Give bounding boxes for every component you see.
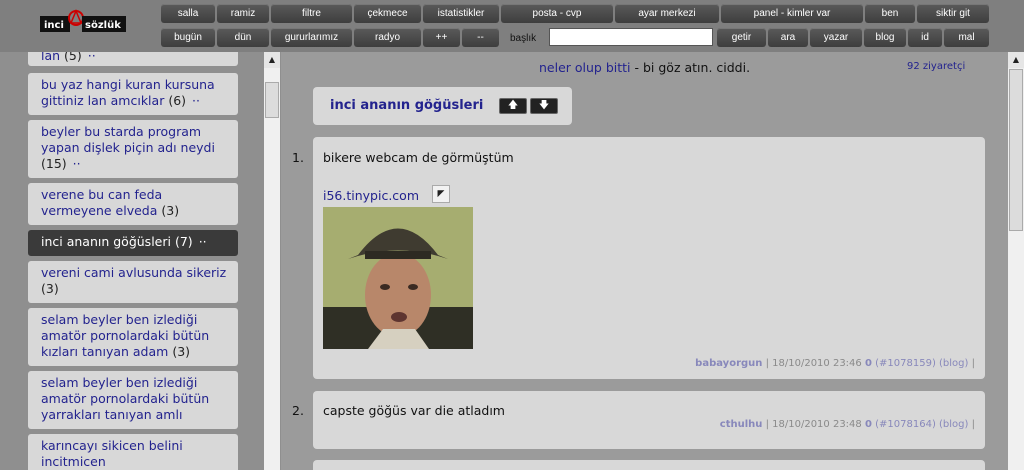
announcement-text: - bi göz atın. ciddi. (630, 60, 751, 75)
sidebar-item[interactable]: lan (5) ·· (28, 52, 238, 66)
sidebar-item-dots[interactable]: ·· (88, 52, 96, 63)
nav-getir-button[interactable]: getir (717, 28, 766, 47)
entry-card: capste göğüs var die atladım cthulhu | 1… (313, 391, 985, 449)
sidebar-item-count: (3) (41, 281, 59, 296)
sidebar-item-dots[interactable]: ·· (192, 93, 200, 108)
nav-id-button[interactable]: id (908, 28, 942, 47)
entry-blog-link[interactable]: (blog) (939, 419, 968, 430)
sidebar-item-title: bu yaz hangi kuran kursuna gittiniz lan … (41, 77, 215, 108)
entry-blog-link[interactable]: (blog) (939, 358, 968, 369)
nav-radyo-button[interactable]: radyo (354, 28, 421, 47)
nav-dun-button[interactable]: dün (217, 28, 269, 47)
sidebar-item-active[interactable]: inci ananın göğüsleri (7) ·· (28, 230, 238, 256)
entry-score[interactable]: 0 (865, 419, 872, 430)
sidebar-item[interactable]: vereni cami avlusunda sikeriz (3) (28, 261, 238, 303)
entry-id[interactable]: (#1078164) (875, 419, 936, 430)
nav-istatistikler-button[interactable]: istatistikler (423, 4, 499, 23)
nav-mal-button[interactable]: mal (944, 28, 989, 47)
nav-plusplus-button[interactable]: ++ (423, 28, 460, 47)
nav-minusminus-button[interactable]: -- (462, 28, 499, 47)
sidebar-item-title: selam beyler ben izlediği amatör pornola… (41, 375, 210, 422)
sidebar-item-count: (7) (174, 234, 193, 249)
entry-image-link[interactable]: i56.tinypic.com (323, 188, 419, 203)
sidebar-item-count: (15) (41, 156, 67, 171)
search-input[interactable] (549, 28, 713, 46)
nav-cekmece-button[interactable]: çekmece (354, 4, 421, 23)
sidebar-scrollbar-thumb[interactable] (265, 82, 279, 118)
inci-sozluk-logo[interactable]: inci sözlük (38, 8, 130, 38)
topic-title[interactable]: inci ananın göğüsleri (330, 98, 483, 113)
sidebar-item[interactable]: verene bu can feda vermeyene elveda (3) (28, 183, 238, 225)
nav-yazar-button[interactable]: yazar (810, 28, 862, 47)
down-arrow-icon[interactable]: 🡇 (530, 98, 558, 114)
scroll-up-arrow-icon[interactable]: ▲ (1008, 52, 1024, 68)
nav-bugun-button[interactable]: bugün (161, 28, 215, 47)
sidebar-item-title: karıncayı sikicen belini incitmicen (41, 438, 183, 469)
up-arrow-icon[interactable]: 🡅 (499, 98, 527, 114)
sidebar-item-title: verene bu can feda vermeyene elveda (41, 187, 163, 218)
entry-meta: cthulhu | 18/10/2010 23:48 0 (#1078164) … (719, 419, 975, 430)
expand-image-icon[interactable]: ◤ (432, 185, 450, 203)
nav-ara-button[interactable]: ara (768, 28, 808, 47)
entry-card: bikere webcam de görmüştüm i56.tinypic.c… (313, 137, 985, 379)
nav-ramiz-button[interactable]: ramiz (217, 4, 269, 23)
svg-text:sözlük: sözlük (85, 20, 121, 31)
entry-meta: babayorgun | 18/10/2010 23:46 0 (#107815… (695, 358, 975, 369)
sidebar-item-count: (3) (161, 203, 180, 218)
topic-title-box: inci ananın göğüsleri 🡅 🡇 (313, 87, 572, 125)
nav-salla-button[interactable]: salla (161, 4, 215, 23)
visitor-count[interactable]: 92 ziyaretçi (907, 61, 965, 72)
sidebar-item[interactable]: beyler bu starda program yapan dişlek pi… (28, 120, 238, 178)
sidebar-item[interactable]: bu yaz hangi kuran kursuna gittiniz lan … (28, 73, 238, 115)
sidebar-item-title: beyler bu starda program yapan dişlek pi… (41, 124, 215, 155)
main-content: neler olup bitti - bi göz atın. ciddi. 9… (281, 52, 1009, 470)
sidebar-item-dots[interactable]: ·· (73, 156, 81, 171)
announcement-link[interactable]: neler olup bitti (539, 60, 631, 75)
nav-blog-button[interactable]: blog (864, 28, 906, 47)
entry-date: 18/10/2010 23:46 (772, 358, 862, 369)
svg-text:inci: inci (44, 20, 64, 31)
entry-date: 18/10/2010 23:48 (772, 419, 862, 430)
sidebar-topic-list: lan (5) ·· bu yaz hangi kuran kursuna git… (0, 52, 263, 470)
nav-panel-kimler-var-button[interactable]: panel - kimler var (721, 4, 863, 23)
sidebar-item-title: lan (41, 52, 61, 63)
sidebar-scrollbar[interactable]: ▲ (264, 52, 280, 470)
sidebar-item-count: (5) (64, 52, 82, 63)
sidebar-item-title: inci ananın göğüsleri (41, 234, 171, 249)
nav-filtre-button[interactable]: filtre (271, 4, 352, 23)
entry-id[interactable]: (#1078159) (875, 358, 936, 369)
sidebar-item[interactable]: karıncayı sikicen belini incitmicen (28, 434, 238, 470)
nav-gururlarimiz-button[interactable]: gururlarımız (271, 28, 352, 47)
nav-ben-button[interactable]: ben (865, 4, 915, 23)
entry-number: 2. (292, 403, 304, 418)
top-navigation-bar: inci sözlük salla ramiz filtre çekmece i… (0, 0, 1024, 52)
entry-text: bikere webcam de görmüştüm (323, 150, 514, 165)
sidebar-item[interactable]: selam beyler ben izlediği amatör pornola… (28, 371, 238, 429)
entry-image[interactable] (323, 207, 473, 349)
scroll-up-arrow-icon[interactable]: ▲ (264, 52, 280, 68)
nav-siktir-git-button[interactable]: siktir git (917, 4, 989, 23)
main-scrollbar[interactable]: ▲ (1008, 52, 1024, 470)
nav-ayar-merkezi-button[interactable]: ayar merkezi (615, 4, 719, 23)
sidebar-item-count: (3) (172, 344, 191, 359)
entry-card (313, 460, 985, 470)
sidebar-item[interactable]: selam beyler ben izlediği amatör pornola… (28, 308, 238, 366)
entry-number: 1. (292, 150, 304, 165)
entry-score[interactable]: 0 (865, 358, 872, 369)
sidebar-item-dots[interactable]: ·· (199, 234, 207, 249)
search-label: başlık (510, 33, 537, 44)
sidebar-item-count: (6) (168, 93, 187, 108)
nav-posta-cvp-button[interactable]: posta - cvp (501, 4, 613, 23)
sidebar-item-title: vereni cami avlusunda sikeriz (41, 265, 227, 280)
entry-author[interactable]: cthulhu (720, 419, 763, 430)
entry-text: capste göğüs var die atladım (323, 403, 505, 418)
announcement-line: neler olup bitti - bi göz atın. ciddi. (539, 60, 750, 75)
main-scrollbar-thumb[interactable] (1009, 69, 1023, 231)
entry-author[interactable]: babayorgun (695, 358, 762, 369)
